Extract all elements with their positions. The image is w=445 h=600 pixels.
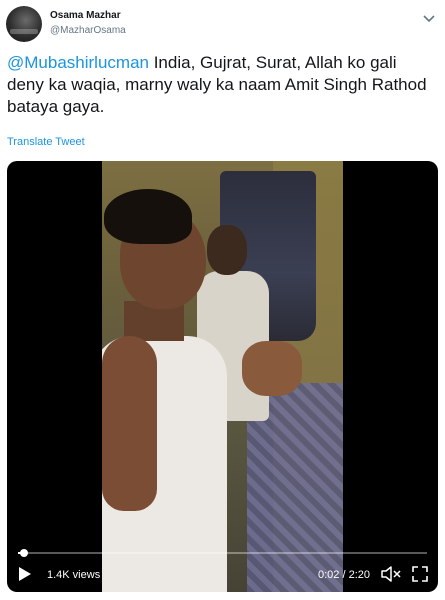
translate-tweet-link[interactable]: Translate Tweet xyxy=(7,136,85,148)
play-icon[interactable] xyxy=(18,566,32,587)
progress-bar[interactable] xyxy=(18,549,427,557)
tweet-text: @Mubashirlucman India, Gujrat, Surat, Al… xyxy=(7,52,437,118)
author-name[interactable]: Osama Mazhar xyxy=(50,10,121,21)
mute-icon[interactable] xyxy=(380,565,402,588)
view-count: 1.4K views xyxy=(47,569,101,581)
time-display: 0:02 / 2:20 xyxy=(318,569,370,581)
progress-handle[interactable] xyxy=(20,549,29,557)
chevron-down-icon[interactable] xyxy=(423,10,435,28)
fullscreen-icon[interactable] xyxy=(412,566,428,587)
video-player[interactable]: 1.4K views 0:02 / 2:20 xyxy=(7,161,438,592)
author-handle[interactable]: @MazharOsama xyxy=(50,25,126,36)
avatar[interactable] xyxy=(6,6,42,42)
video-frame xyxy=(102,161,343,592)
mention-link[interactable]: @Mubashirlucman xyxy=(7,53,149,72)
